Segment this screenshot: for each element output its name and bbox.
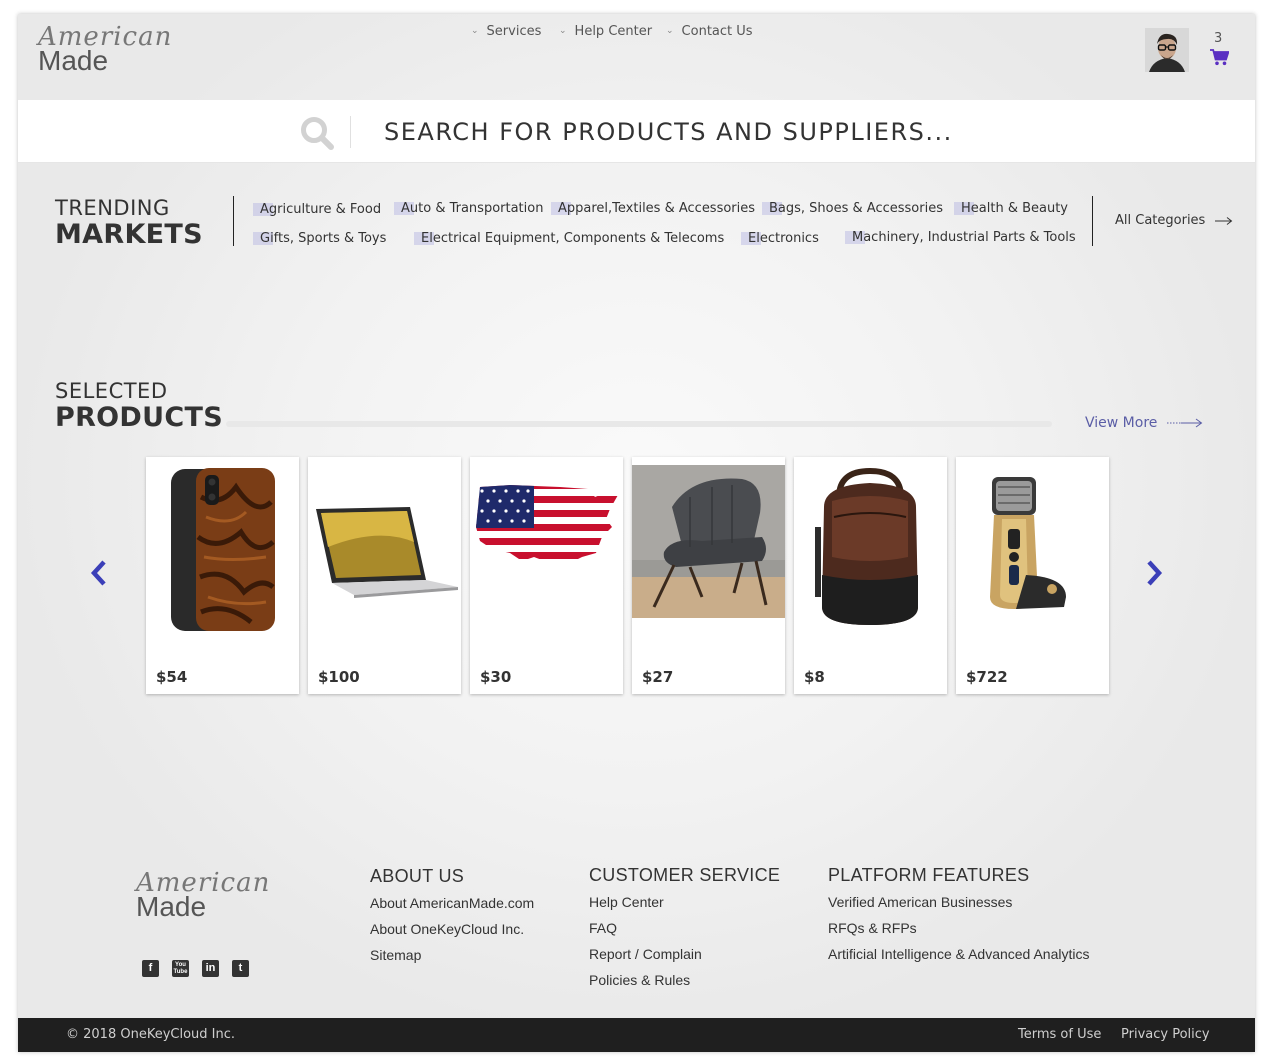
nav-contact-us-label: Contact Us [681, 24, 753, 39]
product-price: $27 [642, 668, 674, 686]
wood-phone-case-image [171, 468, 275, 631]
footer-logo[interactable]: American Made [136, 870, 270, 921]
category-label: Electronics [748, 231, 819, 246]
nav-services[interactable]: ⌄ Services [471, 24, 541, 39]
product-price: $722 [966, 668, 1008, 686]
cart-button[interactable] [1210, 49, 1230, 71]
category-label: Apparel,Textiles & Accessories [558, 201, 756, 216]
selected-title-big: PRODUCTS [55, 402, 223, 433]
footer-link[interactable]: FAQ [589, 920, 617, 936]
view-more-link[interactable]: View More [1085, 415, 1203, 431]
category-auto-transportation[interactable]: Auto & Transportation [394, 201, 544, 216]
footer-link[interactable]: Verified American Businesses [828, 894, 1012, 910]
nav-contact-us[interactable]: ⌄ Contact Us [666, 24, 753, 39]
footer-link[interactable]: Sitemap [370, 947, 421, 963]
youtube-icon[interactable]: You Tube [172, 960, 189, 977]
category-label: Agriculture & Food [260, 202, 382, 217]
all-categories-label: All Categories [1115, 213, 1206, 228]
product-card[interactable]: $8 [794, 457, 947, 694]
category-label: Gifts, Sports & Toys [260, 231, 387, 246]
product-price: $54 [156, 668, 188, 686]
bottom-bar: © 2018 OneKeyCloud Inc. Terms of Use Pri… [18, 1018, 1255, 1052]
footer-service-title: CUSTOMER SERVICE [589, 865, 781, 885]
product-price: $100 [318, 668, 360, 686]
trending-title-small: TRENDING [55, 196, 170, 220]
cart-icon [1210, 49, 1230, 66]
category-label: Machinery, Industrial Parts & Tools [852, 230, 1076, 245]
carousel-prev-arrow-icon[interactable] [89, 559, 109, 587]
category-label: Bags, Shoes & Accessories [769, 201, 943, 216]
trending-title-big: MARKETS [55, 219, 203, 250]
footer-link[interactable]: Policies & Rules [589, 972, 690, 988]
cart-count: 3 [1214, 31, 1223, 46]
category-electrical-equipment[interactable]: Electrical Equipment, Components & Telec… [414, 231, 725, 246]
category-bags-shoes[interactable]: Bags, Shoes & Accessories [762, 201, 943, 216]
trending-heading: TRENDING MARKETS [55, 196, 203, 250]
section-rule [226, 421, 1052, 427]
user-avatar[interactable] [1145, 28, 1189, 72]
copyright: © 2018 OneKeyCloud Inc. [66, 1027, 236, 1042]
electric-shaver-image [990, 477, 1066, 609]
category-apparel-textiles[interactable]: Apparel,Textiles & Accessories [551, 201, 756, 216]
footer-link[interactable]: Help Center [589, 894, 664, 910]
view-more-label: View More [1085, 415, 1158, 431]
linkedin-icon[interactable]: in [202, 960, 219, 977]
footer-link[interactable]: Report / Complain [589, 946, 702, 962]
category-electronics[interactable]: Electronics [741, 231, 819, 246]
search-icon[interactable] [300, 116, 334, 150]
category-machinery[interactable]: Machinery, Industrial Parts & Tools [845, 230, 1076, 245]
product-card[interactable]: $27 [632, 457, 785, 694]
product-card[interactable]: $30 [470, 457, 623, 694]
facebook-icon[interactable]: f [142, 960, 159, 977]
arrow-right-icon [1215, 216, 1233, 225]
search-divider [350, 116, 351, 148]
footer-link[interactable]: About AmericanMade.com [370, 895, 534, 911]
laptop-image [316, 507, 458, 598]
search-bar [18, 100, 1255, 163]
chevron-down-icon: ⌄ [559, 25, 567, 36]
footer-link[interactable]: RFQs & RFPs [828, 920, 917, 936]
selected-title-small: SELECTED [55, 379, 168, 403]
category-label: Electrical Equipment, Components & Telec… [421, 231, 725, 246]
category-agriculture-food[interactable]: Agriculture & Food [253, 202, 382, 217]
trending-divider-right [1092, 196, 1093, 246]
nav-help-center-label: Help Center [574, 24, 653, 39]
product-card[interactable]: $100 [308, 457, 461, 694]
search-input[interactable] [382, 114, 1006, 150]
site-logo[interactable]: American Made [38, 24, 172, 75]
product-price: $8 [804, 668, 825, 686]
terms-link[interactable]: Terms of Use [1018, 1027, 1101, 1042]
chevron-down-icon: ⌄ [471, 25, 479, 36]
usa-flag-map-image [476, 485, 618, 563]
category-gifts-sports-toys[interactable]: Gifts, Sports & Toys [253, 231, 387, 246]
footer-features-title: PLATFORM FEATURES [828, 865, 1030, 885]
category-health-beauty[interactable]: Health & Beauty [954, 201, 1069, 216]
footer-about-title: ABOUT US [370, 866, 465, 886]
category-label: Health & Beauty [961, 201, 1069, 216]
footer-link[interactable]: About OneKeyCloud Inc. [370, 921, 524, 937]
all-categories-link[interactable]: All Categories [1115, 213, 1233, 228]
trending-divider-left [233, 196, 234, 246]
nav-help-center[interactable]: ⌄ Help Center [559, 24, 652, 39]
leather-backpack-image [815, 467, 918, 625]
nav-services-label: Services [486, 24, 542, 39]
page-frame: American Made ⌄ Services ⌄ Help Center ⌄… [18, 14, 1255, 1052]
privacy-link[interactable]: Privacy Policy [1121, 1027, 1210, 1042]
footer-link[interactable]: Artificial Intelligence & Advanced Analy… [828, 946, 1089, 962]
product-card[interactable]: $54 [146, 457, 299, 694]
product-price: $30 [480, 668, 512, 686]
lounge-chair-image [632, 465, 785, 618]
category-label: Auto & Transportation [401, 201, 544, 216]
carousel-next-arrow-icon[interactable] [1144, 559, 1164, 587]
selected-heading: SELECTED PRODUCTS [55, 379, 223, 433]
avatar-image [1145, 28, 1189, 72]
product-card[interactable]: $722 [956, 457, 1109, 694]
arrow-right-icon [1167, 418, 1203, 428]
chevron-down-icon: ⌄ [666, 25, 674, 36]
twitter-icon[interactable]: t [232, 960, 249, 977]
